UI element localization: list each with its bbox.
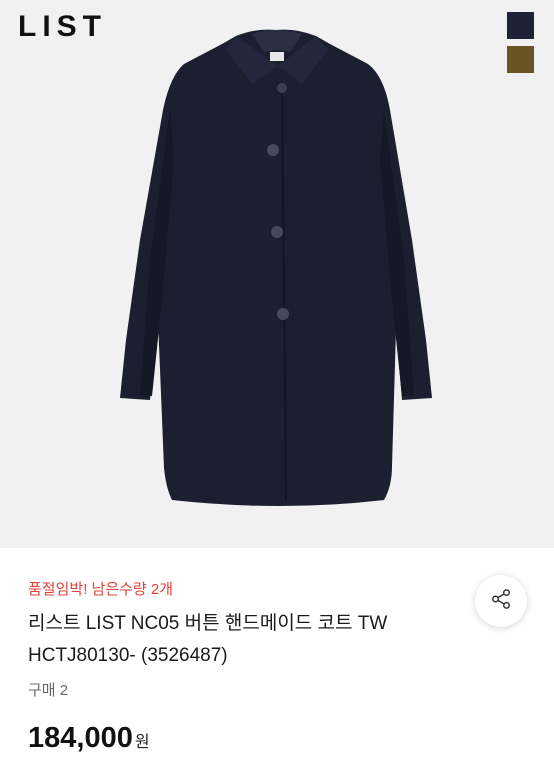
currency: 원 <box>134 734 150 751</box>
price: 184,000 <box>28 722 133 754</box>
coat-image <box>0 0 554 548</box>
share-icon <box>490 588 512 615</box>
purchase-count: 구매 2 <box>28 682 69 699</box>
product-title: 리스트 LIST NC05 버튼 핸드메이드 코트 TW HCTJ80130- … <box>28 613 388 666</box>
stock-notice: 품절임박! 남은수량 2개 <box>28 581 174 598</box>
share-button[interactable] <box>475 575 527 627</box>
product-image-area[interactable]: LIST <box>0 0 554 548</box>
price-row: 184,000 원 <box>28 722 150 755</box>
